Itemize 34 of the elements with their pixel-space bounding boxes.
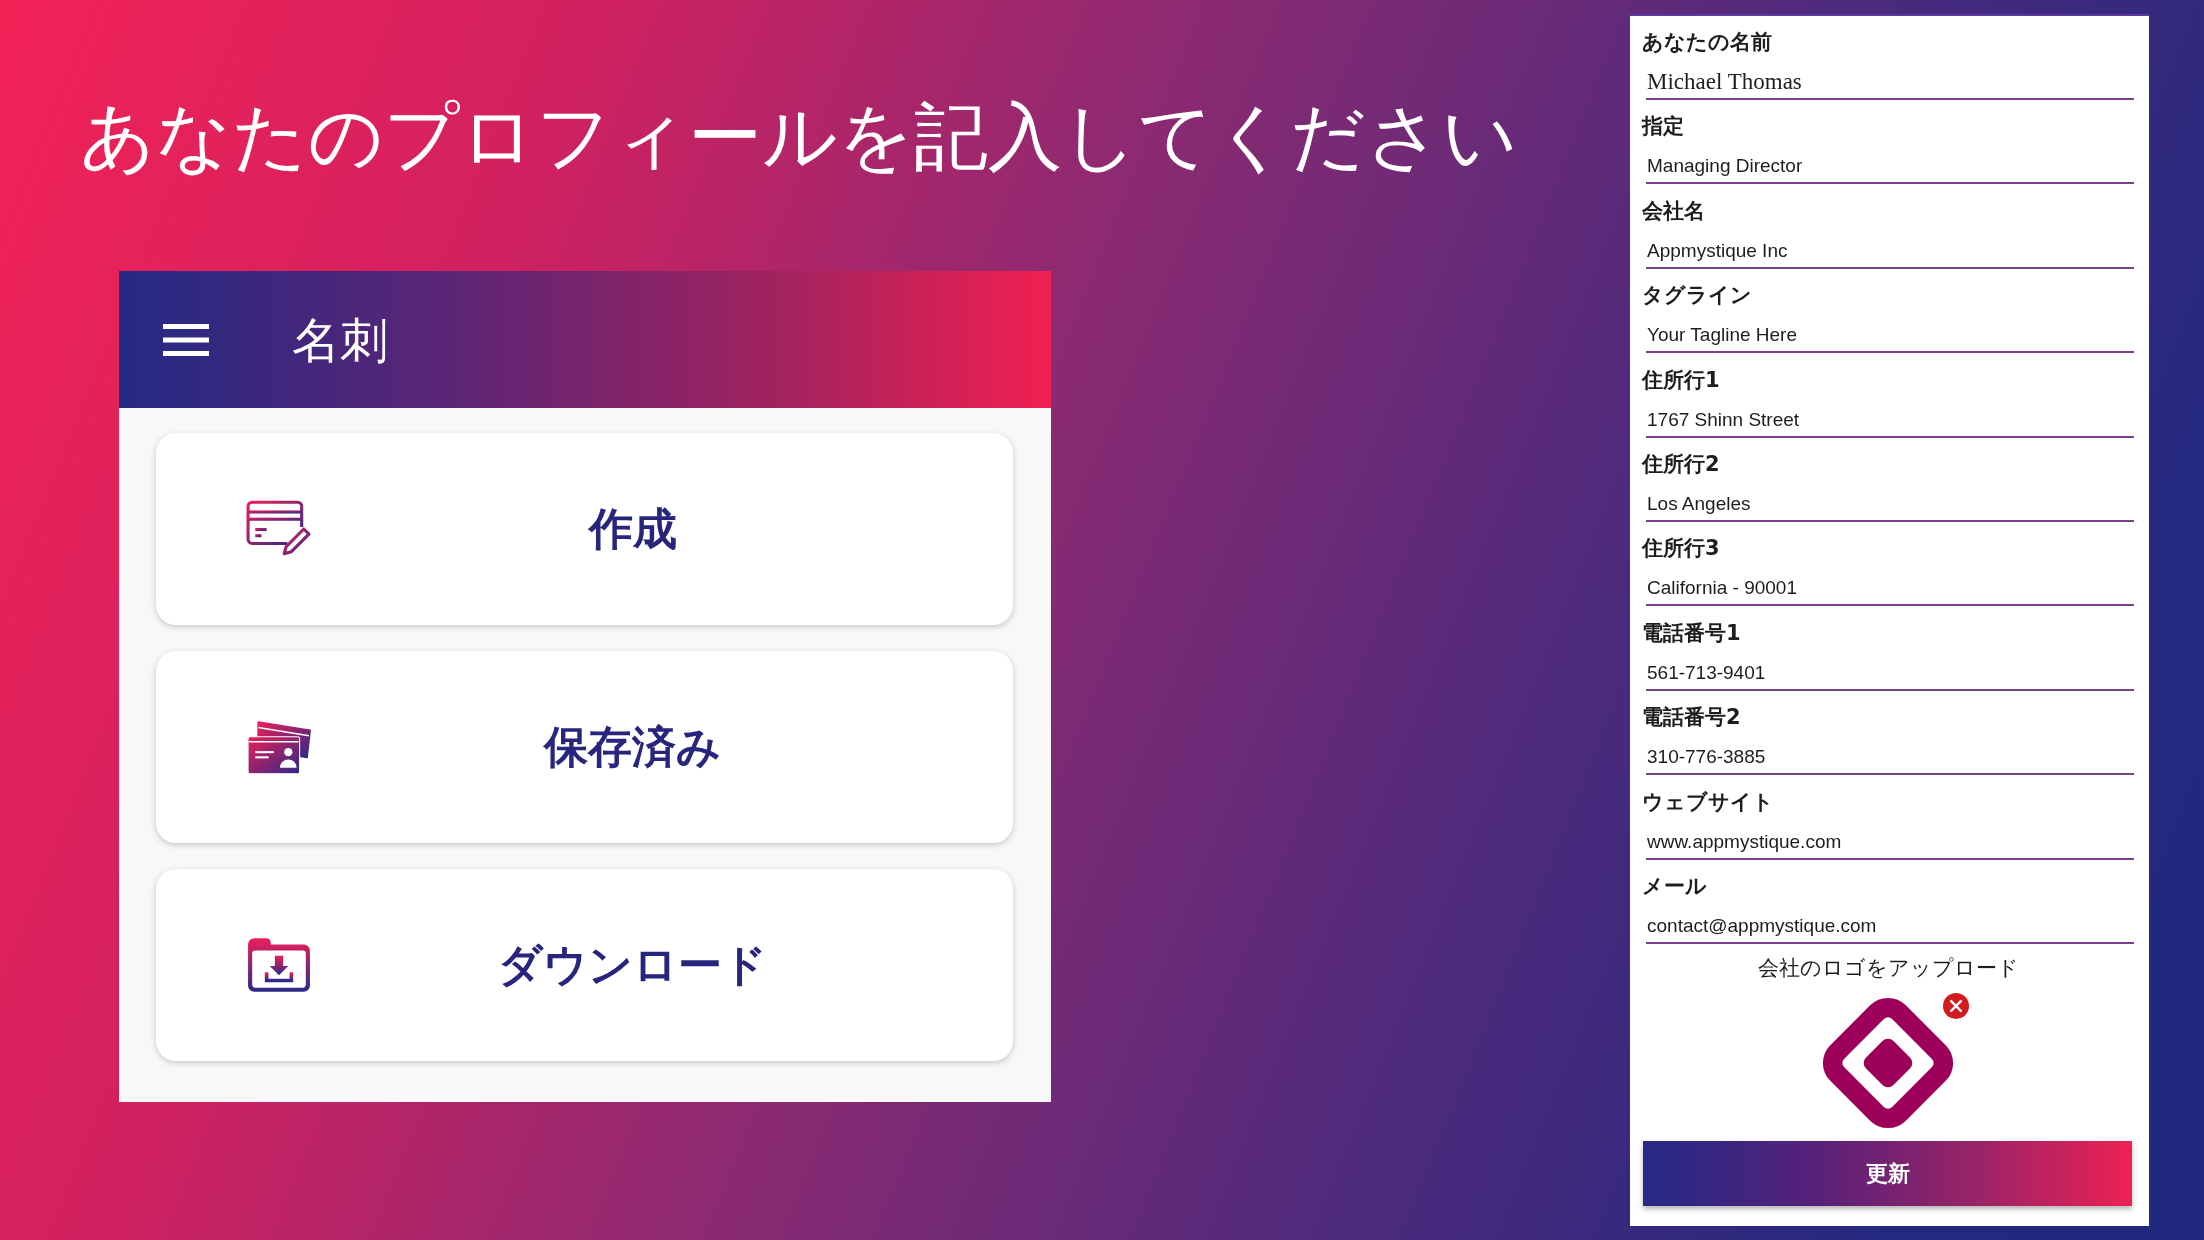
menu-card[interactable]: 保存済み bbox=[156, 651, 1013, 843]
menu-card[interactable]: ダウンロード bbox=[156, 869, 1013, 1061]
input-field[interactable]: Managing Director bbox=[1646, 146, 2134, 185]
input-field[interactable]: contact@appmystique.com bbox=[1646, 905, 2134, 944]
folder-download-icon bbox=[246, 936, 312, 994]
menu-icon[interactable] bbox=[163, 323, 209, 356]
input-field[interactable]: www.appmystique.com bbox=[1646, 821, 2134, 860]
input-field[interactable]: Appmystique Inc bbox=[1646, 230, 2134, 269]
page-title: あなたのプロフィールを記入してください bbox=[80, 92, 1519, 181]
field-label: ウェブサイト bbox=[1642, 788, 1774, 816]
input-field[interactable]: Michael Thomas bbox=[1646, 62, 2134, 100]
field-label: 住所行2 bbox=[1642, 450, 1720, 478]
remove-icon[interactable] bbox=[1943, 993, 1969, 1020]
input-field[interactable]: Los Angeles bbox=[1646, 483, 2134, 522]
field-label: タグライン bbox=[1642, 282, 1752, 310]
input-field[interactable]: 310-776-3885 bbox=[1646, 737, 2134, 776]
field-label: メール bbox=[1642, 872, 1707, 900]
menu-card[interactable]: 作成 bbox=[156, 433, 1013, 625]
field-label: 電話番号2 bbox=[1642, 704, 1741, 732]
field-label: あなたの名前 bbox=[1642, 29, 1772, 56]
field-label: 住所行3 bbox=[1642, 535, 1720, 563]
upload-label: 会社のロゴをアップロード bbox=[1757, 955, 2019, 983]
update-button[interactable]: 更新 bbox=[1643, 1141, 2132, 1207]
field-label: 指定 bbox=[1642, 113, 1684, 141]
card-pencil-icon bbox=[246, 500, 312, 558]
app-title: 名刺 bbox=[292, 310, 388, 370]
field-label: 住所行1 bbox=[1642, 366, 1720, 394]
input-field[interactable]: 1767 Shinn Street bbox=[1646, 399, 2134, 438]
input-field[interactable]: 561-713-9401 bbox=[1646, 652, 2134, 691]
field-label: 電話番号1 bbox=[1642, 619, 1741, 647]
input-field[interactable]: Your Tagline Here bbox=[1646, 315, 2134, 354]
id-cards-icon bbox=[246, 718, 312, 776]
input-field[interactable]: California - 90001 bbox=[1646, 568, 2134, 607]
field-label: 会社名 bbox=[1642, 197, 1705, 225]
